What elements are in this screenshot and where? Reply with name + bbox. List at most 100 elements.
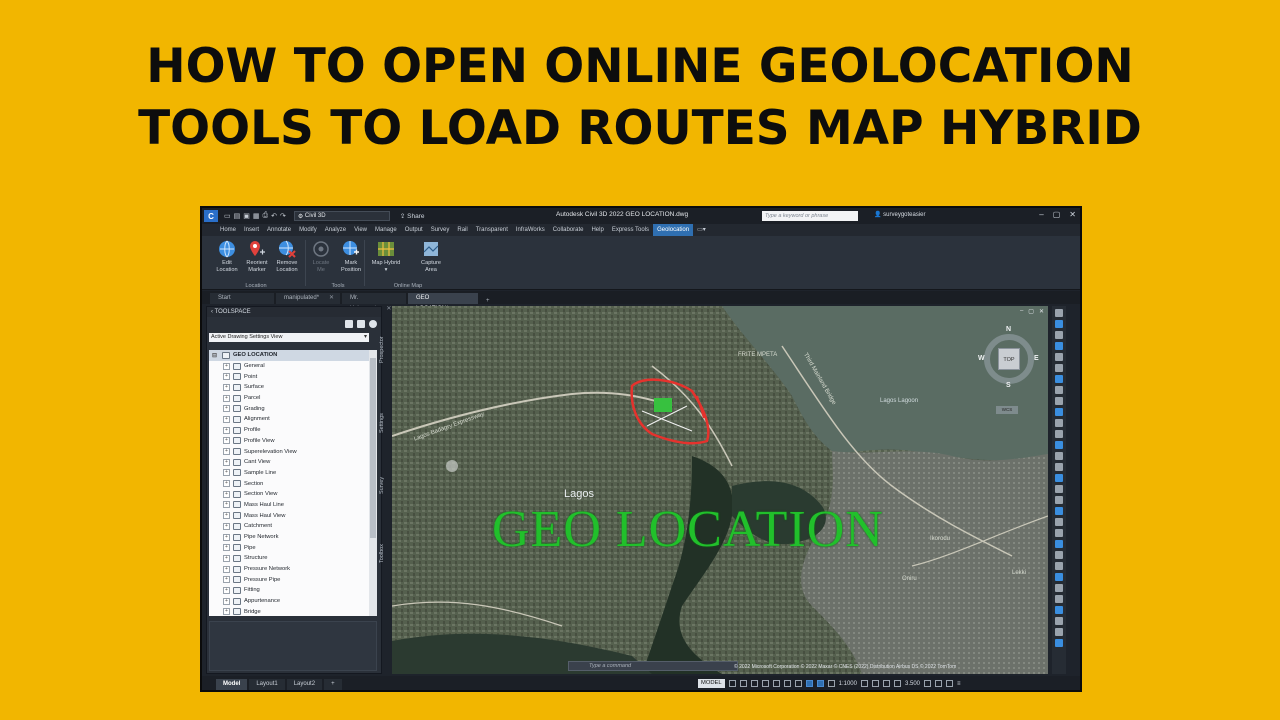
tool-icon[interactable] (1055, 342, 1063, 350)
tool-icon[interactable] (1055, 430, 1063, 438)
expand-icon[interactable]: + (223, 586, 230, 594)
doc-tab-geo-location[interactable]: GEO LOCATION*✕ (408, 293, 478, 312)
expand-icon[interactable]: + (223, 565, 230, 573)
doc-tab-manipulated[interactable]: manipulated* ✕ (276, 293, 340, 304)
tab-rail[interactable]: Rail (453, 224, 471, 236)
ribbon-minimize-icon[interactable]: ▭▾ (693, 224, 710, 236)
tree-item[interactable]: + Structure (209, 553, 369, 564)
expand-icon[interactable]: + (223, 415, 230, 423)
workspace-select[interactable]: ⚙ Civil 3D (293, 211, 390, 221)
save-icon[interactable]: ▣ (243, 212, 250, 220)
tree-item[interactable]: + Pressure Pipe (209, 574, 369, 585)
annotation-monitor-icon[interactable] (871, 680, 879, 687)
expand-icon[interactable]: + (223, 405, 230, 413)
elevation-value[interactable]: 3.500 (905, 681, 920, 687)
share-button[interactable]: ⇪ Share (400, 212, 425, 220)
tree-item[interactable]: + Alignment (209, 414, 369, 425)
side-tab-prospector[interactable]: Prospector (379, 327, 391, 373)
doc-tab-mr-uchenna[interactable]: Mr. Uchenna*✕ (342, 293, 406, 312)
viewport-minimize-icon[interactable]: – (1020, 308, 1023, 315)
close-icon[interactable]: ✕ (1069, 210, 1076, 219)
tool-icon[interactable] (1055, 529, 1063, 537)
tree-item[interactable]: + Bridge (209, 607, 369, 617)
tool-icon[interactable] (1055, 452, 1063, 460)
expand-icon[interactable]: + (223, 480, 230, 488)
side-tab-survey[interactable]: Survey (379, 467, 391, 503)
auto-scale-icon[interactable] (827, 680, 835, 687)
edit-location-button[interactable]: Edit Location (212, 240, 242, 274)
tree-item[interactable]: + Mass Haul View (209, 510, 369, 521)
doc-tab-start[interactable]: Start (210, 293, 274, 304)
map-hybrid-dropdown-icon[interactable]: ▾ (385, 267, 388, 273)
compass-west[interactable]: W (978, 355, 985, 362)
plot-icon[interactable]: ⎙ (263, 212, 269, 220)
expand-icon[interactable]: + (223, 448, 230, 456)
locate-me-button[interactable]: Locate Me (306, 240, 336, 274)
layout-tab-layout2[interactable]: Layout2 (286, 678, 323, 690)
tool-icon[interactable] (1055, 474, 1063, 482)
tab-geolocation[interactable]: Geolocation (653, 224, 694, 236)
tool-icon[interactable] (1055, 419, 1063, 427)
tool-icon[interactable] (1055, 573, 1063, 581)
tree-item[interactable]: + General (209, 361, 369, 372)
osnap-icon[interactable] (794, 680, 802, 687)
expand-icon[interactable]: + (223, 394, 230, 402)
tool-icon[interactable] (1055, 617, 1063, 625)
tree-item[interactable]: + Cant View (209, 457, 369, 468)
expand-icon[interactable]: + (223, 501, 230, 509)
tree-item[interactable]: + Sample Line (209, 468, 369, 479)
wcs-menu[interactable]: WCS (996, 406, 1018, 414)
tool-icon[interactable] (1055, 606, 1063, 614)
new-file-icon[interactable]: ▭ (224, 212, 231, 220)
tree-item[interactable]: + Mass Haul Line (209, 500, 369, 511)
isodraft-icon[interactable] (772, 680, 780, 687)
tree-item[interactable]: + Profile View (209, 436, 369, 447)
tool-icon[interactable] (1055, 628, 1063, 636)
tool-icon[interactable] (1055, 386, 1063, 394)
layout-tab-model[interactable]: Model (216, 678, 248, 690)
clean-screen-icon[interactable] (946, 680, 953, 687)
expand-icon[interactable]: + (223, 469, 230, 477)
collapse-icon[interactable]: ⊟ (212, 352, 217, 359)
model-space-button[interactable]: MODEL (698, 679, 725, 688)
capture-area-button[interactable]: Capture Area (416, 240, 446, 274)
osnap-tracking-icon[interactable] (783, 680, 791, 687)
map-hybrid-button[interactable]: Map Hybrid ▾ (368, 240, 404, 274)
customization-menu-icon[interactable]: ≡ (957, 681, 961, 687)
tab-express-tools[interactable]: Express Tools (608, 224, 653, 236)
viewport-restore-icon[interactable]: ▢ (1028, 308, 1034, 315)
expand-icon[interactable]: + (223, 362, 230, 370)
side-tab-settings[interactable]: Settings (379, 403, 391, 443)
tab-home[interactable]: Home (216, 224, 240, 236)
hardware-acceleration-icon[interactable] (935, 680, 942, 687)
snap-icon[interactable] (739, 680, 747, 687)
expand-icon[interactable]: + (223, 544, 230, 552)
open-folder-icon[interactable]: ▤ (234, 212, 241, 220)
annotation-visibility-icon[interactable] (816, 680, 824, 687)
tool-icon[interactable] (1055, 496, 1063, 504)
tab-infraworks[interactable]: InfraWorks (512, 224, 549, 236)
redo-icon[interactable]: ↷ (280, 212, 286, 220)
tree-item[interactable]: + Appurtenance (209, 596, 369, 607)
tree-scrollbar-thumb[interactable] (370, 358, 376, 538)
tree-item[interactable]: + Pipe (209, 542, 369, 553)
compass-south[interactable]: S (1006, 382, 1011, 389)
expand-icon[interactable]: + (223, 437, 230, 445)
ortho-icon[interactable] (750, 680, 758, 687)
tool-icon[interactable] (1055, 309, 1063, 317)
tab-collaborate[interactable]: Collaborate (549, 224, 588, 236)
tree-item[interactable]: + Fitting (209, 585, 369, 596)
toolspace-help-icon[interactable] (369, 320, 377, 328)
add-layout-icon[interactable]: + (324, 678, 342, 690)
expand-icon[interactable]: + (223, 373, 230, 381)
expand-icon[interactable]: + (223, 426, 230, 434)
tool-icon[interactable] (1055, 595, 1063, 603)
tool-icon[interactable] (1055, 551, 1063, 559)
tool-icon[interactable] (1055, 639, 1063, 647)
save-as-icon[interactable]: ▦ (253, 212, 260, 220)
maximize-icon[interactable]: ▢ (1053, 210, 1061, 219)
remove-location-button[interactable]: Remove Location (272, 240, 302, 274)
tree-item[interactable]: + Profile (209, 425, 369, 436)
app-logo-icon[interactable]: C (204, 210, 218, 222)
minimize-icon[interactable]: – (1039, 210, 1043, 219)
